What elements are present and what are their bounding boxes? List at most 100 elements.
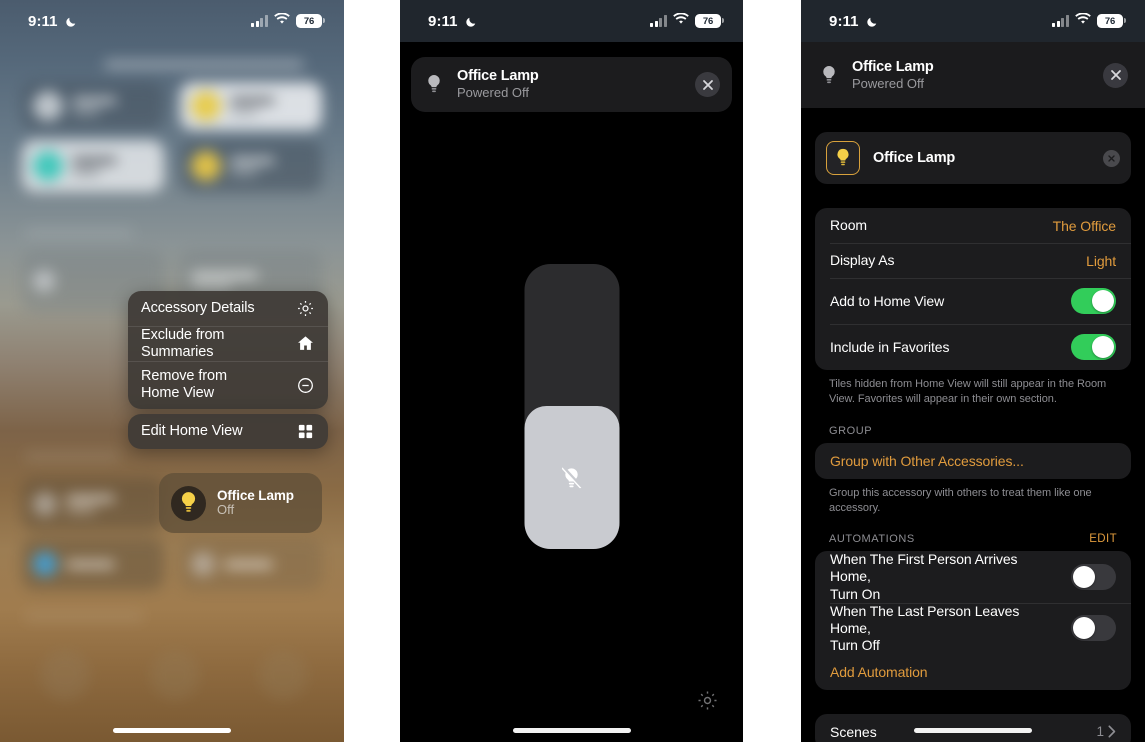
battery-level: 76 [702, 15, 714, 27]
brightness-slider[interactable] [524, 264, 619, 549]
crescent-moon-icon [866, 15, 879, 28]
chevron-right-icon [1108, 725, 1116, 738]
panel-home-context-menu: 9:11 76 Accessory Details Exclude from S… [0, 0, 344, 742]
setting-row-room[interactable]: Room The Office [815, 208, 1131, 243]
group-with-other-accessories-row[interactable]: Group with Other Accessories... [815, 443, 1131, 479]
status-bar-right: 76 [1052, 12, 1127, 30]
setting-row-add-to-home-view[interactable]: Add to Home View [815, 278, 1131, 324]
settings-footnote: Tiles hidden from Home View will still a… [829, 378, 1107, 405]
setting-label: Add to Home View [830, 292, 945, 309]
accessory-header-text: Office Lamp Powered Off [852, 59, 1091, 92]
menu-item-accessory-details[interactable]: Accessory Details [128, 291, 328, 326]
wifi-icon [1075, 12, 1091, 30]
blurred-tile [258, 650, 308, 700]
panel-accessory-control: 9:11 76 Office Lamp Powered Off [400, 0, 743, 742]
automation-label-line1: When The First Person Arrives Home, [830, 551, 1018, 585]
brightness-slider-fill [524, 406, 619, 549]
blurred-section-header [24, 228, 134, 237]
toggle-automation-last-person-leaves[interactable] [1071, 615, 1116, 642]
status-bar-left: 9:11 [28, 13, 78, 30]
settings-scroll-area[interactable]: Office Lamp Room The Office Display As L… [801, 108, 1145, 742]
menu-item-remove-from-home-view[interactable]: Remove from Home View [128, 361, 328, 409]
lightbulb-slash-icon [559, 465, 585, 491]
accessory-name-input[interactable]: Office Lamp [873, 150, 1090, 166]
accessory-subtitle: Powered Off [457, 85, 530, 101]
automation-row-first-person-arrives[interactable]: When The First Person Arrives Home, Turn… [815, 551, 1131, 602]
blurred-tile [180, 538, 322, 590]
accessory-header-text: Office Lamp Powered Off [457, 68, 683, 101]
cellular-bars-icon [251, 15, 268, 27]
group-action-label: Group with Other Accessories... [830, 452, 1024, 469]
toggle-include-in-favorites[interactable] [1071, 334, 1116, 360]
status-bar-right: 76 [251, 12, 326, 30]
scenes-label: Scenes [830, 723, 877, 740]
blurred-tile [22, 82, 164, 130]
toggle-automation-first-person-arrives[interactable] [1071, 563, 1116, 590]
blurred-section-header [24, 612, 144, 621]
automation-label-line2: Turn Off [830, 636, 880, 653]
wifi-icon [673, 12, 689, 30]
status-bar: 9:11 76 [400, 0, 743, 42]
setting-label: Room [830, 217, 867, 234]
scenes-count: 1 [1096, 724, 1104, 740]
minus-circle-icon [296, 376, 315, 395]
setting-row-display-as[interactable]: Display As Light [815, 243, 1131, 278]
blurred-section-header [24, 452, 120, 461]
lightbulb-icon[interactable] [826, 141, 860, 175]
menu-item-label-line2: Home View [141, 385, 214, 401]
office-lamp-tile-name: Office Lamp [217, 487, 294, 503]
close-icon[interactable] [1103, 62, 1128, 88]
setting-row-include-in-favorites[interactable]: Include in Favorites [815, 324, 1131, 370]
menu-item-exclude-from-summaries[interactable]: Exclude from Summaries [128, 326, 328, 361]
group-section-header: GROUP [829, 425, 1117, 437]
menu-item-edit-home-view[interactable]: Edit Home View [128, 414, 328, 449]
settings-gear-icon[interactable] [696, 689, 719, 712]
status-bar: 9:11 76 [0, 0, 344, 42]
automation-row-last-person-leaves[interactable]: When The Last Person Leaves Home, Turn O… [815, 602, 1131, 654]
cellular-bars-icon [650, 15, 667, 27]
lightbulb-icon [171, 485, 206, 521]
house-icon [296, 334, 315, 353]
automation-label: When The First Person Arrives Home, Turn… [830, 551, 1061, 602]
context-menu-group-primary: Accessory Details Exclude from Summaries… [128, 291, 328, 409]
clear-circle-icon[interactable] [1103, 149, 1120, 167]
setting-value: The Office [1052, 217, 1116, 234]
status-bar-time: 9:11 [28, 12, 58, 30]
crescent-moon-icon [65, 15, 78, 28]
blurred-section-header [104, 60, 304, 69]
lightbulb-icon [818, 65, 840, 86]
status-bar-time: 9:11 [829, 12, 859, 30]
crescent-moon-icon [465, 15, 478, 28]
battery-level: 76 [1104, 15, 1116, 27]
accessory-context-menu: Accessory Details Exclude from Summaries… [128, 291, 328, 449]
battery-level: 76 [303, 15, 315, 27]
status-bar-left: 9:11 [829, 13, 879, 30]
accessory-header: Office Lamp Powered Off [801, 42, 1145, 108]
accessory-title: Office Lamp [457, 68, 539, 84]
add-automation-row[interactable]: Add Automation [815, 654, 1131, 690]
battery-indicator: 76 [296, 14, 326, 28]
add-automation-label: Add Automation [830, 663, 928, 680]
automation-label-line1: When The Last Person Leaves Home, [830, 602, 1020, 636]
blurred-tile [180, 82, 322, 130]
automations-edit-button[interactable]: EDIT [1089, 533, 1117, 545]
automation-label: When The Last Person Leaves Home, Turn O… [830, 603, 1061, 654]
accessory-name-row[interactable]: Office Lamp [815, 132, 1131, 184]
toggle-add-to-home-view[interactable] [1071, 288, 1116, 314]
lightbulb-icon [423, 74, 445, 95]
office-lamp-tile-text: Office Lamp Off [217, 488, 294, 518]
status-bar: 9:11 76 [801, 0, 1145, 42]
panel-accessory-settings: 9:11 76 Office Lamp Powered Off Office L… [801, 0, 1145, 742]
close-icon[interactable] [695, 72, 720, 97]
office-lamp-tile[interactable]: Office Lamp Off [159, 473, 322, 533]
group-footnote: Group this accessory with others to trea… [829, 486, 1092, 514]
accessory-title: Office Lamp [852, 58, 934, 75]
menu-item-label: Edit Home View [141, 423, 243, 440]
home-indicator [914, 728, 1032, 733]
automations-card: When The First Person Arrives Home, Turn… [815, 551, 1131, 690]
gear-icon [296, 299, 315, 318]
accessory-subtitle: Powered Off [852, 75, 925, 91]
cellular-bars-icon [1052, 15, 1069, 27]
